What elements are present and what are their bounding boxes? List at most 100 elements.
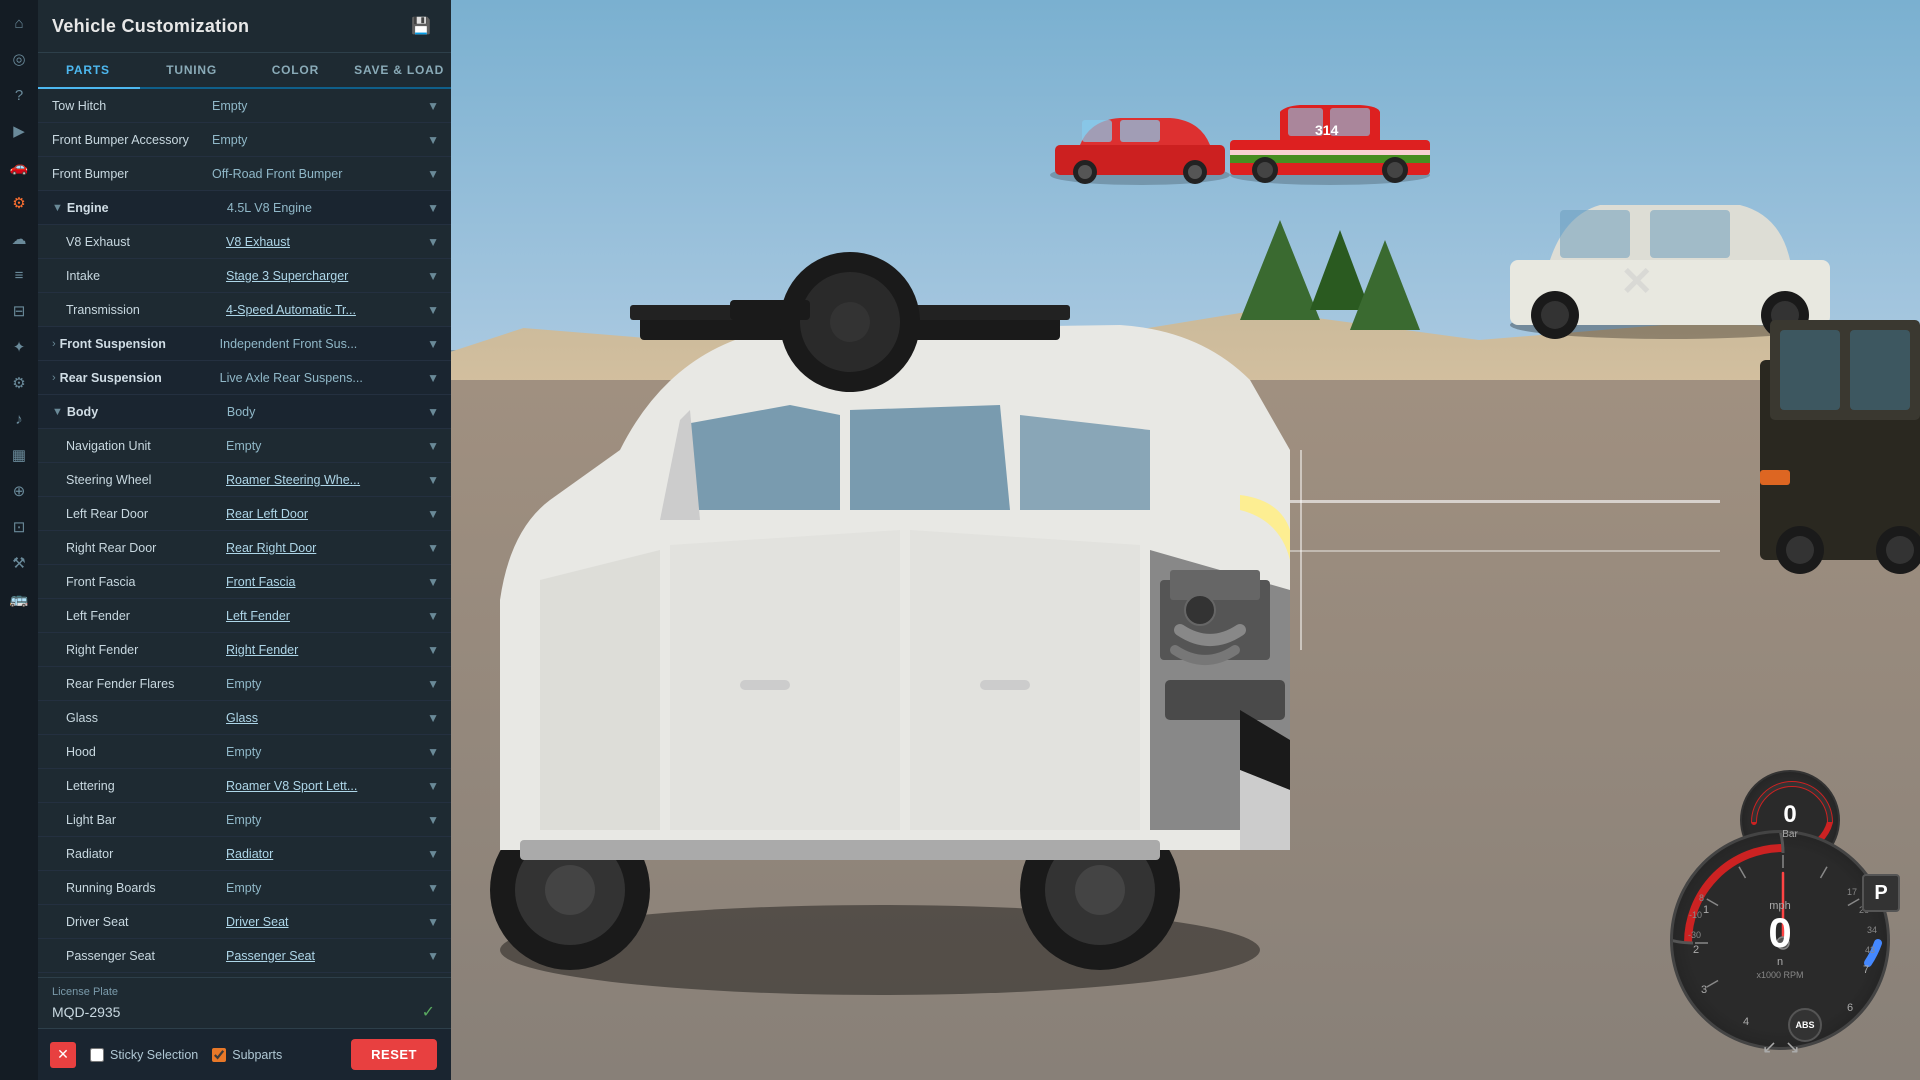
dropdown-arrow-17[interactable]: ▼ (427, 677, 439, 691)
svg-text:8: 8 (1699, 893, 1704, 903)
svg-text:3: 3 (1701, 984, 1707, 996)
dropdown-arrow-1[interactable]: ▼ (427, 133, 439, 147)
navigation-arrows[interactable]: ↙ ↘ (1762, 1037, 1800, 1058)
svg-text:314: 314 (1315, 122, 1339, 138)
parts-row-20[interactable]: Lettering Roamer V8 Sport Lett... ▼ (36, 769, 451, 803)
parts-row-15[interactable]: Left Fender Left Fender ▼ (36, 599, 451, 633)
part-value-12: Rear Left Door (226, 507, 421, 521)
parts-row-16[interactable]: Right Fender Right Fender ▼ (36, 633, 451, 667)
icon-cloud[interactable]: ☁ (2, 222, 36, 256)
parts-row-5[interactable]: Intake Stage 3 Supercharger ▼ (36, 259, 451, 293)
icon-play[interactable]: ▶ (2, 114, 36, 148)
icon-list[interactable]: ≡ (2, 258, 36, 292)
parts-row-21[interactable]: Light Bar Empty ▼ (36, 803, 451, 837)
parts-row-7[interactable]: › Front Suspension Independent Front Sus… (36, 327, 451, 361)
parts-row-25[interactable]: Passenger Seat Passenger Seat ▼ (36, 939, 451, 973)
part-value-10: Empty (226, 439, 421, 453)
part-name-23: Running Boards (66, 881, 226, 895)
dropdown-arrow-14[interactable]: ▼ (427, 575, 439, 589)
icon-gear2[interactable]: ⚙ (2, 366, 36, 400)
license-plate-confirm[interactable]: ✓ (422, 1002, 435, 1022)
dropdown-arrow-9[interactable]: ▼ (427, 405, 439, 419)
icon-sidebar: ⌂ ◎ ? ▶ 🚗 ⚙ ☁ ≡ ⊟ ✦ ⚙ ♪ ▦ ⊕ ⊡ ⚒ 🚌 (0, 0, 38, 1080)
subparts-label[interactable]: Subparts (212, 1048, 282, 1062)
dropdown-arrow-15[interactable]: ▼ (427, 609, 439, 623)
icon-chart[interactable]: ▦ (2, 438, 36, 472)
close-button[interactable]: ✕ (50, 1042, 76, 1068)
right-arrow[interactable]: ↘ (1785, 1037, 1800, 1058)
icon-layers[interactable]: ⊕ (2, 474, 36, 508)
dropdown-arrow-21[interactable]: ▼ (427, 813, 439, 827)
icon-volume[interactable]: ♪ (2, 402, 36, 436)
icon-car[interactable]: 🚗 (2, 150, 36, 184)
rpm-value: n (1756, 956, 1803, 968)
icon-wrench[interactable]: ⚒ (2, 546, 36, 580)
tab-tuning[interactable]: TUNING (140, 53, 244, 89)
part-name-2: Front Bumper (52, 167, 212, 181)
dropdown-arrow-20[interactable]: ▼ (427, 779, 439, 793)
dropdown-arrow-13[interactable]: ▼ (427, 541, 439, 555)
icon-sliders[interactable]: ⊟ (2, 294, 36, 328)
dropdown-arrow-19[interactable]: ▼ (427, 745, 439, 759)
parts-row-13[interactable]: Right Rear Door Rear Right Door ▼ (36, 531, 451, 565)
panel-save-icon[interactable]: 💾 (407, 12, 435, 40)
icon-nodes[interactable]: ✦ (2, 330, 36, 364)
part-name-7: Front Suspension (60, 337, 220, 351)
dropdown-arrow-10[interactable]: ▼ (427, 439, 439, 453)
parts-row-23[interactable]: Running Boards Empty ▼ (36, 871, 451, 905)
parts-row-1[interactable]: Front Bumper Accessory Empty ▼ (36, 123, 451, 157)
dropdown-arrow-4[interactable]: ▼ (427, 235, 439, 249)
dropdown-arrow-8[interactable]: ▼ (427, 371, 439, 385)
parts-row-18[interactable]: Glass Glass ▼ (36, 701, 451, 735)
parts-row-24[interactable]: Driver Seat Driver Seat ▼ (36, 905, 451, 939)
icon-camera[interactable]: ⊡ (2, 510, 36, 544)
tab-parts[interactable]: PARTS (36, 53, 140, 89)
expand-arrow-9: ▼ (52, 406, 63, 418)
dropdown-arrow-23[interactable]: ▼ (427, 881, 439, 895)
parts-row-0[interactable]: Tow Hitch Empty ▼ (36, 89, 451, 123)
parts-row-8[interactable]: › Rear Suspension Live Axle Rear Suspens… (36, 361, 451, 395)
dropdown-arrow-11[interactable]: ▼ (427, 473, 439, 487)
part-value-11: Roamer Steering Whe... (226, 473, 421, 487)
part-value-1: Empty (212, 133, 421, 147)
icon-help[interactable]: ? (2, 78, 36, 112)
parts-row-14[interactable]: Front Fascia Front Fascia ▼ (36, 565, 451, 599)
reset-button[interactable]: RESET (351, 1039, 437, 1070)
dropdown-arrow-25[interactable]: ▼ (427, 949, 439, 963)
dropdown-arrow-5[interactable]: ▼ (427, 269, 439, 283)
part-name-16: Right Fender (66, 643, 226, 657)
license-plate-input[interactable] (52, 1004, 422, 1020)
tab-save-load[interactable]: SAVE & LOAD (347, 53, 451, 89)
parts-row-22[interactable]: Radiator Radiator ▼ (36, 837, 451, 871)
left-arrow[interactable]: ↙ (1762, 1037, 1777, 1058)
dropdown-arrow-0[interactable]: ▼ (427, 99, 439, 113)
parts-row-19[interactable]: Hood Empty ▼ (36, 735, 451, 769)
dropdown-arrow-7[interactable]: ▼ (427, 337, 439, 351)
dropdown-arrow-12[interactable]: ▼ (427, 507, 439, 521)
dropdown-arrow-22[interactable]: ▼ (427, 847, 439, 861)
parts-row-4[interactable]: V8 Exhaust V8 Exhaust ▼ (36, 225, 451, 259)
parts-row-3[interactable]: ▼ Engine 4.5L V8 Engine ▼ (36, 191, 451, 225)
parts-row-2[interactable]: Front Bumper Off-Road Front Bumper ▼ (36, 157, 451, 191)
parts-row-10[interactable]: Navigation Unit Empty ▼ (36, 429, 451, 463)
icon-vehicle2[interactable]: 🚌 (2, 582, 36, 616)
dropdown-arrow-24[interactable]: ▼ (427, 915, 439, 929)
icon-home[interactable]: ⌂ (2, 6, 36, 40)
parts-row-6[interactable]: Transmission 4-Speed Automatic Tr... ▼ (36, 293, 451, 327)
icon-settings[interactable]: ⚙ (2, 186, 36, 220)
subparts-checkbox[interactable] (212, 1048, 226, 1062)
tab-color[interactable]: COLOR (244, 53, 348, 89)
parts-row-11[interactable]: Steering Wheel Roamer Steering Whe... ▼ (36, 463, 451, 497)
icon-target[interactable]: ◎ (2, 42, 36, 76)
dropdown-arrow-6[interactable]: ▼ (427, 303, 439, 317)
sticky-selection-label[interactable]: Sticky Selection (90, 1048, 198, 1062)
part-value-8: Live Axle Rear Suspens... (220, 371, 421, 385)
dropdown-arrow-2[interactable]: ▼ (427, 167, 439, 181)
parts-row-12[interactable]: Left Rear Door Rear Left Door ▼ (36, 497, 451, 531)
dropdown-arrow-18[interactable]: ▼ (427, 711, 439, 725)
sticky-selection-checkbox[interactable] (90, 1048, 104, 1062)
dropdown-arrow-16[interactable]: ▼ (427, 643, 439, 657)
parts-row-17[interactable]: Rear Fender Flares Empty ▼ (36, 667, 451, 701)
dropdown-arrow-3[interactable]: ▼ (427, 201, 439, 215)
parts-row-9[interactable]: ▼ Body Body ▼ (36, 395, 451, 429)
